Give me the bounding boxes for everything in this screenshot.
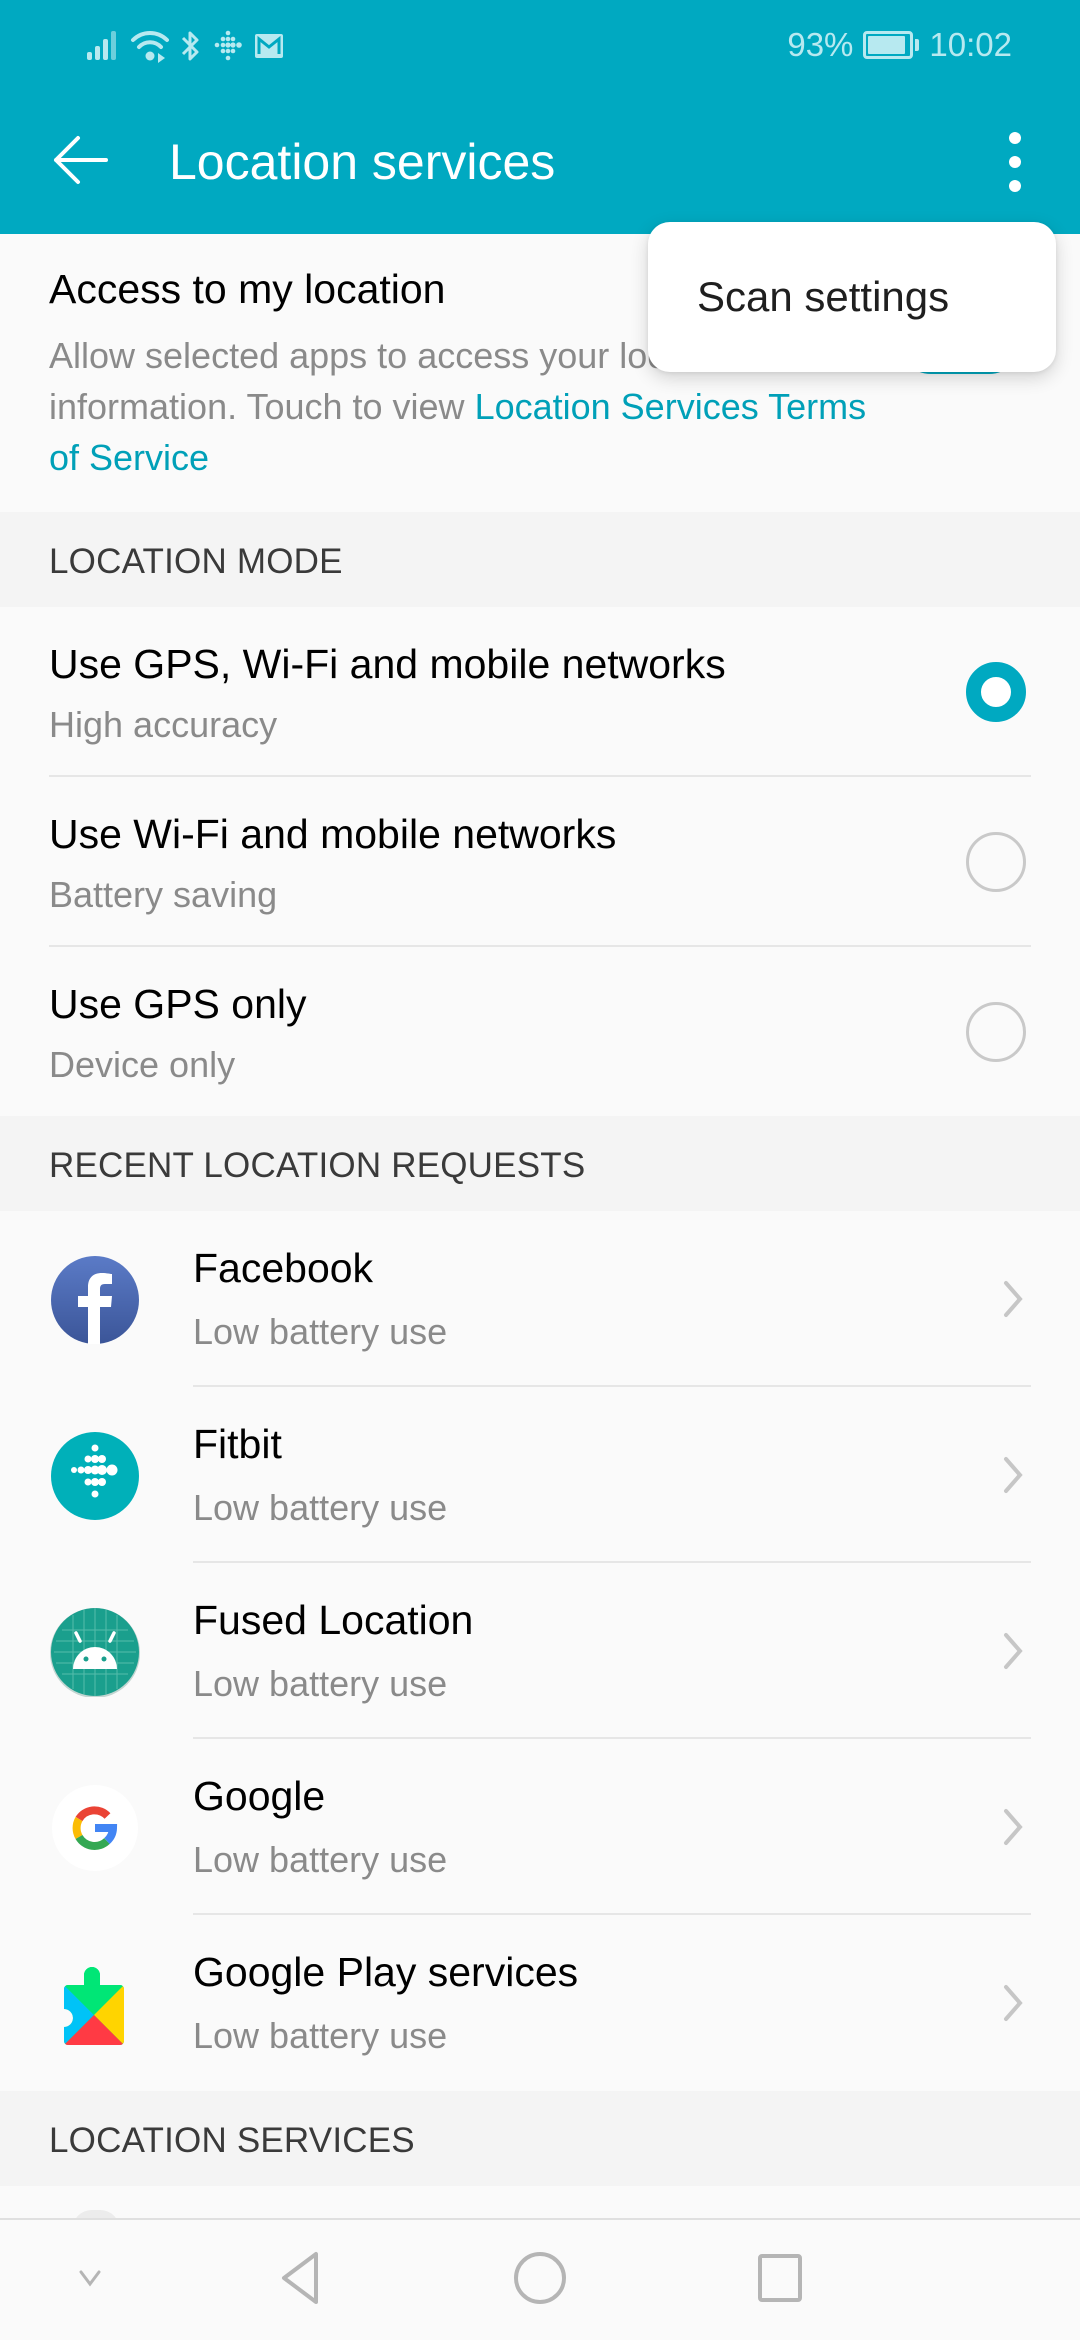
app-list-item[interactable]: Google Play services Low battery use [0,1915,1080,2091]
toolbar: Location services [0,90,1080,234]
more-vertical-icon-dot [1009,180,1021,192]
signal-icon [86,30,120,62]
back-button[interactable] [40,122,120,202]
recents-square-icon [757,2253,803,2308]
section-header-recent-requests: RECENT LOCATION REQUESTS [0,1116,1080,1211]
more-vertical-icon-dot [1009,132,1021,144]
facebook-icon [50,1255,140,1345]
battery-level-fill [868,36,906,54]
app-usage: Low battery use [193,2015,448,2056]
hide-nav-icon [78,2266,102,2295]
menu-item-label: Scan settings [697,273,950,320]
access-title: Access to my location [49,266,446,312]
arrow-left-icon [52,135,108,190]
wifi-icon [130,29,170,63]
more-vertical-icon-dot [1009,156,1021,168]
app-bar: 93% 10:02 Location services [0,0,1080,234]
option-title: Use Wi-Fi and mobile networks [49,811,617,857]
page-title: Location services [169,134,556,190]
app-list-item[interactable]: Fused Location Low battery use [0,1563,1080,1739]
radio-button[interactable] [966,662,1026,722]
nav-back-button[interactable] [240,2220,360,2340]
chevron-right-icon [998,1455,1028,1495]
hide-nav-button[interactable] [30,2220,150,2340]
battery-percent: 93% [787,26,854,63]
section-header-location-services: LOCATION SERVICES [0,2091,1080,2186]
chevron-right-icon [998,1807,1028,1847]
app-usage: Low battery use [193,1663,448,1704]
overflow-menu: Scan settings [648,222,1056,372]
chevron-right-icon [998,1983,1028,2023]
home-circle-icon [513,2251,567,2310]
more-options-button[interactable] [990,122,1040,202]
status-bar: 93% 10:02 [0,0,1080,90]
option-title: Use GPS only [49,981,307,1027]
location-mode-option[interactable]: Use GPS only Device only [0,947,1080,1117]
location-mode-option[interactable]: Use Wi-Fi and mobile networks Battery sa… [0,777,1080,947]
google-icon [50,1783,140,1873]
app-usage: Low battery use [193,1839,448,1880]
status-icons-right: 93% 10:02 [787,22,1012,68]
app-usage: Low battery use [193,1487,448,1528]
option-title: Use GPS, Wi-Fi and mobile networks [49,641,726,687]
nav-recents-button[interactable] [720,2220,840,2340]
battery-icon [863,31,920,59]
option-subtitle: Battery saving [49,874,278,915]
app-name: Fitbit [193,1421,282,1467]
location-services-list-partial[interactable] [0,2186,1080,2230]
option-subtitle: High accuracy [49,704,278,745]
app-name: Google [193,1773,326,1819]
app-name: Facebook [193,1245,374,1291]
app-name: Fused Location [193,1597,474,1643]
chevron-right-icon [998,1631,1028,1671]
menu-item-scan-settings[interactable]: Scan settings [648,222,1056,372]
android-icon [50,1607,140,1698]
google-play-services-icon [50,1959,140,2049]
status-icons-left [86,28,284,64]
system-navigation-bar [0,2218,1080,2340]
app-usage: Low battery use [193,1311,448,1352]
app-list-item[interactable]: Facebook Low battery use [0,1211,1080,1387]
app-list-item[interactable]: Google Low battery use [0,1739,1080,1915]
section-header-label: LOCATION MODE [49,542,343,581]
option-subtitle: Device only [49,1044,236,1085]
bluetooth-icon [180,29,202,63]
nav-home-button[interactable] [480,2220,600,2340]
app-name: Google Play services [193,1949,579,1995]
section-header-location-mode: LOCATION MODE [0,512,1080,607]
location-mode-option[interactable]: Use GPS, Wi-Fi and mobile networks High … [0,607,1080,777]
section-header-label: LOCATION SERVICES [49,2121,415,2160]
section-header-label: RECENT LOCATION REQUESTS [49,1146,586,1185]
chevron-right-icon [998,1279,1028,1319]
gmail-notification-icon [254,33,284,59]
radio-button[interactable] [966,1002,1026,1062]
app-list-item[interactable]: Fitbit Low battery use [0,1387,1080,1563]
back-triangle-icon [280,2251,320,2310]
fitbit-notification-icon [212,30,244,62]
fitbit-icon [50,1431,140,1521]
clock: 10:02 [929,26,1012,63]
radio-button[interactable] [966,832,1026,892]
